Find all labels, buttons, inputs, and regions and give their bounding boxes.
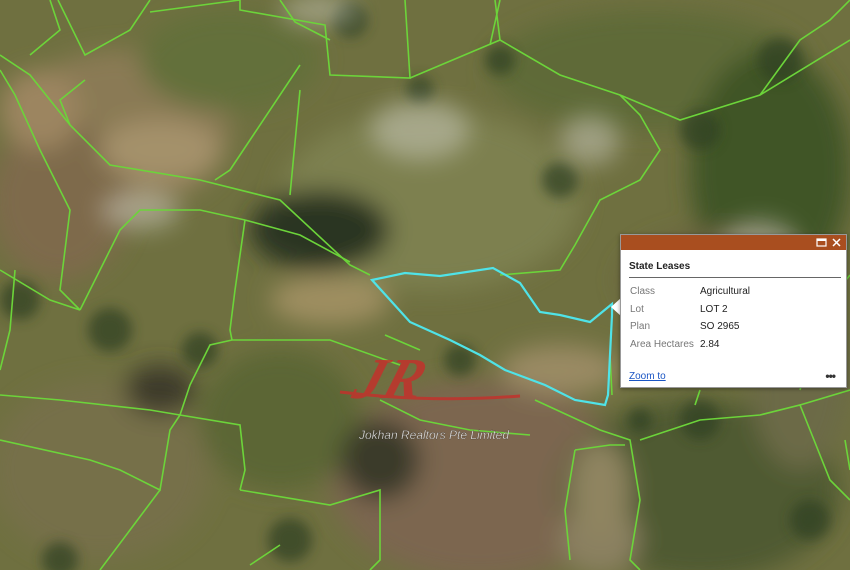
attribute-row: Plan SO 2965 [630, 318, 840, 336]
attribute-row: Area Hectares 2.84 [630, 336, 840, 354]
attribute-value: 2.84 [700, 338, 720, 350]
attribute-value: Agricultural [700, 286, 751, 298]
attribute-value: LOT 2 [700, 303, 728, 315]
attribute-label: Lot [630, 303, 644, 315]
attribute-value: SO 2965 [700, 321, 740, 333]
close-icon[interactable] [831, 237, 842, 248]
attribute-label: Class [630, 286, 656, 298]
attributes-table: Class Agricultural Lot LOT 2 Plan SO 296… [630, 283, 840, 353]
popup-title: State Leases [629, 261, 691, 272]
more-icon[interactable]: ••• [825, 369, 836, 383]
attribute-row: Lot LOT 2 [630, 301, 840, 319]
popup-header [621, 235, 846, 250]
watermark-text: Jokhan Realtors Pte Limited [358, 428, 509, 442]
maximize-icon[interactable] [816, 237, 827, 248]
popup-divider [629, 277, 841, 278]
attribute-label: Plan [630, 321, 651, 333]
attribute-label: Area Hectares [630, 338, 694, 350]
state-leases-popup: State Leases Class Agricultural Lot LOT … [620, 234, 847, 388]
attribute-row: Class Agricultural [630, 283, 840, 301]
zoom-to-link[interactable]: Zoom to [629, 371, 666, 382]
